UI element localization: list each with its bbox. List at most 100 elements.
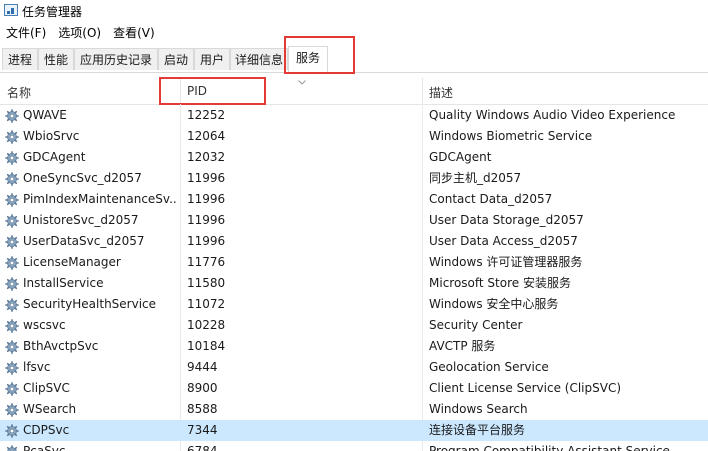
service-pid: 10228: [187, 318, 226, 332]
service-name: WSearch: [23, 402, 77, 416]
tab-processes[interactable]: 进程: [2, 48, 38, 70]
tab-details[interactable]: 详细信息: [230, 48, 288, 70]
service-row[interactable]: WSearch 8588 Windows Search: [0, 399, 708, 420]
service-gear-icon: [5, 403, 19, 417]
service-name: InstallService: [23, 276, 104, 290]
service-name: LicenseManager: [23, 255, 121, 269]
service-row[interactable]: lfsvc 9444 Geolocation Service: [0, 357, 708, 378]
service-description: GDCAgent: [429, 150, 492, 164]
service-name: BthAvctpSvc: [23, 339, 99, 353]
service-name: PcaSvc: [23, 444, 66, 451]
title-bar: 任务管理器: [0, 0, 708, 22]
service-row[interactable]: wscsvc 10228 Security Center: [0, 315, 708, 336]
service-name: UnistoreSvc_d2057: [23, 213, 139, 227]
service-pid: 6784: [187, 444, 218, 451]
service-name: CDPSvc: [23, 423, 70, 437]
service-description: Windows Search: [429, 402, 528, 416]
service-description: AVCTP 服务: [429, 339, 496, 353]
service-name: WbioSrvc: [23, 129, 80, 143]
menu-options[interactable]: 选项(O): [52, 22, 107, 42]
service-row[interactable]: InstallService 11580 Microsoft Store 安装服…: [0, 273, 708, 294]
service-name: wscsvc: [23, 318, 66, 332]
service-pid: 11996: [187, 192, 226, 206]
service-gear-icon: [5, 193, 19, 207]
service-description: Windows Biometric Service: [429, 129, 593, 143]
service-row[interactable]: ClipSVC 8900 Client License Service (Cli…: [0, 378, 708, 399]
service-name: UserDataSvc_d2057: [23, 234, 145, 248]
service-row[interactable]: GDCAgent 12032 GDCAgent: [0, 147, 708, 168]
service-gear-icon: [5, 361, 19, 375]
service-pid: 11996: [187, 234, 226, 248]
service-description: User Data Access_d2057: [429, 234, 578, 248]
service-gear-icon: [5, 277, 19, 291]
tab-startup[interactable]: 启动: [158, 48, 194, 70]
service-row[interactable]: BthAvctpSvc 10184 AVCTP 服务: [0, 336, 708, 357]
service-row[interactable]: WbioSrvc 12064 Windows Biometric Service: [0, 126, 708, 147]
service-description: 同步主机_d2057: [429, 171, 522, 185]
service-pid: 10184: [187, 339, 226, 353]
service-row[interactable]: PcaSvc 6784 Program Compatibility Assist…: [0, 441, 708, 451]
service-gear-icon: [5, 382, 19, 396]
sort-descending-icon: [298, 80, 306, 85]
service-gear-icon: [5, 235, 19, 249]
service-pid: 12252: [187, 108, 226, 122]
service-pid: 11776: [187, 255, 226, 269]
table-header: 名称 PID 描述: [0, 78, 708, 105]
service-description: Microsoft Store 安装服务: [429, 276, 571, 290]
menu-file[interactable]: 文件(F): [0, 22, 52, 42]
service-gear-icon: [5, 319, 19, 333]
column-header-description[interactable]: 描述: [429, 84, 453, 101]
service-name: PimIndexMaintenanceSv...: [23, 192, 178, 206]
service-row[interactable]: SecurityHealthService 11072 Windows 安全中心…: [0, 294, 708, 315]
service-name: ClipSVC: [23, 381, 70, 395]
menu-bar: 文件(F) 选项(O) 查看(V): [0, 22, 161, 42]
service-name: SecurityHealthService: [23, 297, 157, 311]
service-description: Security Center: [429, 318, 523, 332]
service-row[interactable]: LicenseManager 11776 Windows 许可证管理器服务: [0, 252, 708, 273]
service-name: lfsvc: [23, 360, 51, 374]
service-pid: 11580: [187, 276, 226, 290]
service-pid: 8900: [187, 381, 218, 395]
service-pid: 12032: [187, 150, 226, 164]
tab-performance[interactable]: 性能: [38, 48, 74, 70]
service-name: GDCAgent: [23, 150, 86, 164]
service-row[interactable]: UnistoreSvc_d2057 11996 User Data Storag…: [0, 210, 708, 231]
column-header-pid[interactable]: PID: [187, 84, 207, 98]
window-title: 任务管理器: [22, 5, 83, 19]
service-pid: 12064: [187, 129, 226, 143]
service-gear-icon: [6, 445, 18, 451]
service-name: QWAVE: [23, 108, 67, 122]
menu-view[interactable]: 查看(V): [107, 22, 161, 42]
service-pid: 11072: [187, 297, 226, 311]
service-pid: 11996: [187, 171, 226, 185]
service-description: Contact Data_d2057: [429, 192, 553, 206]
service-gear-icon: [5, 130, 19, 144]
service-gear-icon: [5, 340, 19, 354]
service-description: Geolocation Service: [429, 360, 549, 374]
tab-bar: 进程 性能 应用历史记录 启动 用户 详细信息 服务: [0, 44, 708, 73]
tab-app-history[interactable]: 应用历史记录: [74, 48, 158, 70]
service-pid: 9444: [187, 360, 218, 374]
service-gear-icon: [5, 109, 19, 123]
column-header-name[interactable]: 名称: [7, 84, 31, 101]
service-description: Windows 安全中心服务: [429, 297, 559, 311]
column-divider[interactable]: [422, 78, 423, 104]
service-row[interactable]: PimIndexMaintenanceSv... 11996 Contact D…: [0, 189, 708, 210]
service-description: Quality Windows Audio Video Experience: [429, 108, 676, 122]
tab-services[interactable]: 服务: [288, 46, 328, 73]
service-row[interactable]: OneSyncSvc_d2057 11996 同步主机_d2057: [0, 168, 708, 189]
service-row[interactable]: UserDataSvc_d2057 11996 User Data Access…: [0, 231, 708, 252]
task-manager-window: 任务管理器 文件(F) 选项(O) 查看(V) 进程 性能 应用历史记录 启动 …: [0, 0, 708, 451]
service-gear-icon: [5, 256, 19, 270]
service-row[interactable]: CDPSvc 7344 连接设备平台服务: [0, 420, 708, 441]
tab-users[interactable]: 用户: [194, 48, 230, 70]
service-description: 连接设备平台服务: [429, 423, 526, 437]
service-description: User Data Storage_d2057: [429, 213, 584, 227]
service-gear-icon: [5, 214, 19, 228]
service-name: OneSyncSvc_d2057: [23, 171, 142, 185]
service-gear-icon: [5, 298, 19, 312]
column-divider[interactable]: [180, 78, 181, 104]
task-manager-icon: [4, 4, 18, 16]
service-pid: 11996: [187, 213, 226, 227]
service-row[interactable]: QWAVE 12252 Quality Windows Audio Video …: [0, 105, 708, 126]
